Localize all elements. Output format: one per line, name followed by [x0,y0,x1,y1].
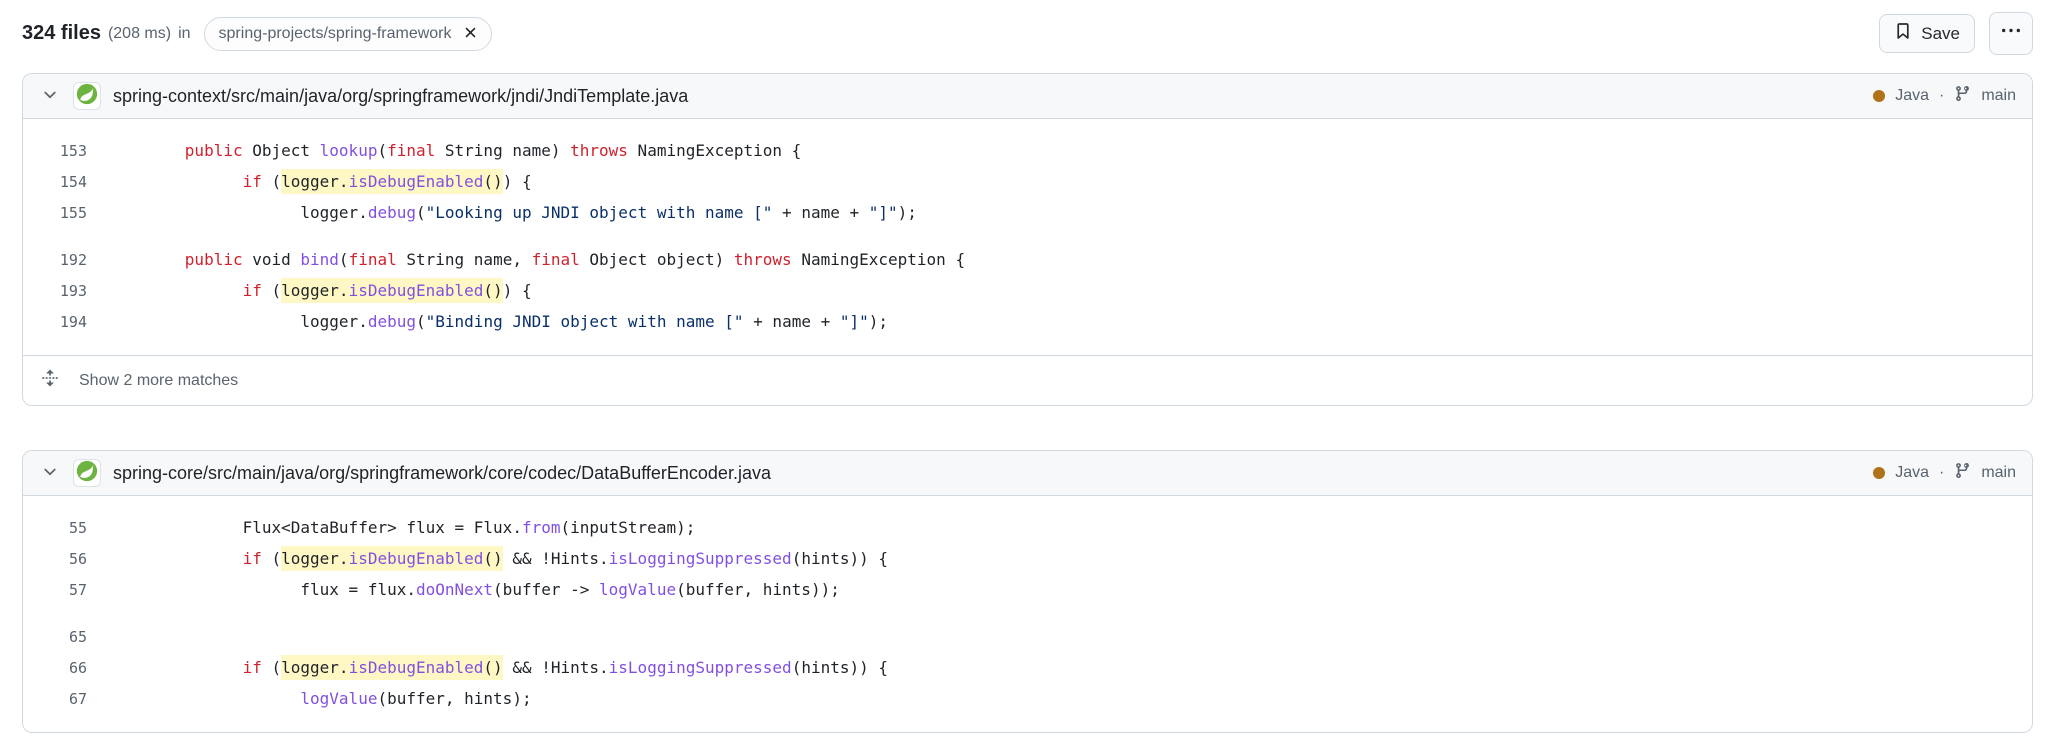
in-label: in [178,25,190,43]
match-group: 192 public void bind(final String name, … [23,244,2032,337]
code-line: 153 public Object lookup(final String na… [23,135,2032,166]
match-group: 65 66 if (logger.isDebugEnabled() && !Hin… [23,621,2032,714]
result-count: 324 files [22,22,101,45]
bookmark-icon [1894,22,1912,45]
code-line: 65 [23,621,2032,652]
code-line: 56 if (logger.isDebugEnabled() && !Hints… [23,543,2032,574]
save-button[interactable]: Save [1879,14,1975,53]
file-result-card: spring-core/src/main/java/org/springfram… [22,450,2033,733]
file-card-header: spring-context/src/main/java/org/springf… [23,74,2032,119]
file-card-header: spring-core/src/main/java/org/springfram… [23,451,2032,496]
unfold-icon [41,369,59,392]
line-number[interactable]: 66 [23,659,87,677]
meta-separator: · [1939,464,1944,482]
line-number[interactable]: 57 [23,581,87,599]
repo-filter-label: spring-projects/spring-framework [219,25,452,43]
line-number[interactable]: 194 [23,313,87,331]
code-line: 67 logValue(buffer, hints); [23,683,2032,714]
line-number[interactable]: 192 [23,251,87,269]
line-number[interactable]: 153 [23,142,87,160]
file-meta: Java · main [1873,85,2016,107]
code-line: 155 logger.debug("Looking up JNDI object… [23,197,2032,228]
code-text: public void bind(final String name, fina… [87,250,965,269]
code-text: flux = flux.doOnNext(buffer -> logValue(… [87,580,840,599]
file-result-card: spring-context/src/main/java/org/springf… [22,73,2033,406]
branch-label: main [1981,87,2016,105]
code-snippets: 153 public Object lookup(final String na… [23,119,2032,355]
line-number[interactable]: 67 [23,690,87,708]
spring-logo-icon [76,83,98,110]
line-number[interactable]: 56 [23,550,87,568]
code-text: if (logger.isDebugEnabled()) { [87,172,532,191]
line-number[interactable]: 193 [23,282,87,300]
chevron-down-icon [41,86,59,107]
results-header: 324 files (208 ms) in spring-projects/sp… [22,12,2033,55]
file-path-link[interactable]: spring-core/src/main/java/org/springfram… [113,463,771,484]
code-text: public Object lookup(final String name) … [87,141,801,160]
match-group: 55 Flux<DataBuffer> flux = Flux.from(inp… [23,512,2032,605]
repo-avatar[interactable] [73,459,101,487]
line-number[interactable]: 65 [23,628,87,646]
code-line: 154 if (logger.isDebugEnabled()) { [23,166,2032,197]
file-meta: Java · main [1873,462,2016,484]
repo-avatar[interactable] [73,82,101,110]
results-summary: 324 files (208 ms) in spring-projects/sp… [22,17,492,51]
code-line: 57 flux = flux.doOnNext(buffer -> logVal… [23,574,2032,605]
code-text: if (logger.isDebugEnabled() && !Hints.is… [87,658,888,677]
code-search-results-page: 324 files (208 ms) in spring-projects/sp… [0,0,2055,733]
repo-filter-chip[interactable]: spring-projects/spring-framework [204,17,492,51]
branch-label: main [1981,464,2016,482]
kebab-horizontal-icon [2002,22,2020,45]
code-snippets: 55 Flux<DataBuffer> flux = Flux.from(inp… [23,496,2032,732]
language-dot [1873,90,1885,102]
line-number[interactable]: 154 [23,173,87,191]
language-label: Java [1895,464,1929,482]
search-duration: (208 ms) [108,25,171,43]
meta-separator: · [1939,87,1944,105]
git-branch-icon [1954,85,1971,107]
collapse-toggle-button[interactable] [39,461,61,486]
code-text: if (logger.isDebugEnabled()) { [87,281,532,300]
results-actions: Save [1879,12,2033,55]
save-button-label: Save [1921,24,1960,44]
show-more-matches-button[interactable]: Show 2 more matches [23,355,2032,405]
remove-filter-button[interactable] [462,24,479,44]
chevron-down-icon [41,463,59,484]
code-line: 193 if (logger.isDebugEnabled()) { [23,275,2032,306]
file-path-link[interactable]: spring-context/src/main/java/org/springf… [113,86,688,107]
more-options-button[interactable] [1989,12,2033,55]
collapse-toggle-button[interactable] [39,84,61,109]
spring-logo-icon [76,460,98,487]
line-number[interactable]: 55 [23,519,87,537]
code-text: logger.debug("Looking up JNDI object wit… [87,203,917,222]
show-more-matches-label: Show 2 more matches [79,372,238,390]
code-line: 66 if (logger.isDebugEnabled() && !Hints… [23,652,2032,683]
x-icon [462,24,479,44]
language-dot [1873,467,1885,479]
code-line: 194 logger.debug("Binding JNDI object wi… [23,306,2032,337]
code-text: Flux<DataBuffer> flux = Flux.from(inputS… [87,518,695,537]
code-line: 192 public void bind(final String name, … [23,244,2032,275]
match-group: 153 public Object lookup(final String na… [23,135,2032,228]
code-line: 55 Flux<DataBuffer> flux = Flux.from(inp… [23,512,2032,543]
code-text: logValue(buffer, hints); [87,689,532,708]
git-branch-icon [1954,462,1971,484]
code-text: if (logger.isDebugEnabled() && !Hints.is… [87,549,888,568]
language-label: Java [1895,87,1929,105]
line-number[interactable]: 155 [23,204,87,222]
code-text: logger.debug("Binding JNDI object with n… [87,312,888,331]
